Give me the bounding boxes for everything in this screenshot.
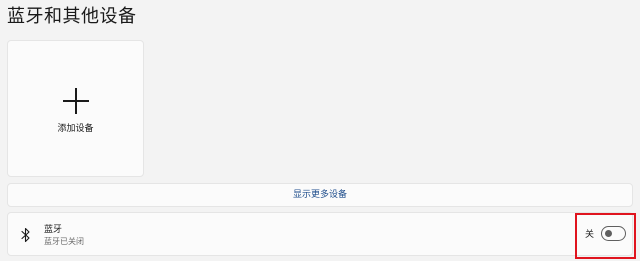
toggle-knob (605, 230, 612, 237)
bluetooth-toggle-state-label: 关 (585, 230, 595, 240)
show-more-devices-button[interactable]: 显示更多设备 (7, 183, 633, 207)
show-more-devices-label: 显示更多设备 (292, 190, 347, 200)
plus-icon (63, 88, 89, 114)
add-device-button[interactable]: 添加设备 (7, 40, 144, 177)
bluetooth-setting-row: 蓝牙 蓝牙已关闭 关 (7, 212, 633, 256)
bluetooth-status-text: 蓝牙已关闭 (44, 237, 84, 246)
bluetooth-title: 蓝牙 (44, 225, 63, 235)
settings-page: 蓝牙和其他设备 添加设备 显示更多设备 蓝牙 蓝牙已关闭 关 (0, 0, 640, 261)
bluetooth-toggle[interactable] (601, 226, 626, 241)
add-device-label: 添加设备 (57, 124, 94, 134)
page-title: 蓝牙和其他设备 (7, 6, 137, 27)
bluetooth-icon (20, 227, 32, 243)
